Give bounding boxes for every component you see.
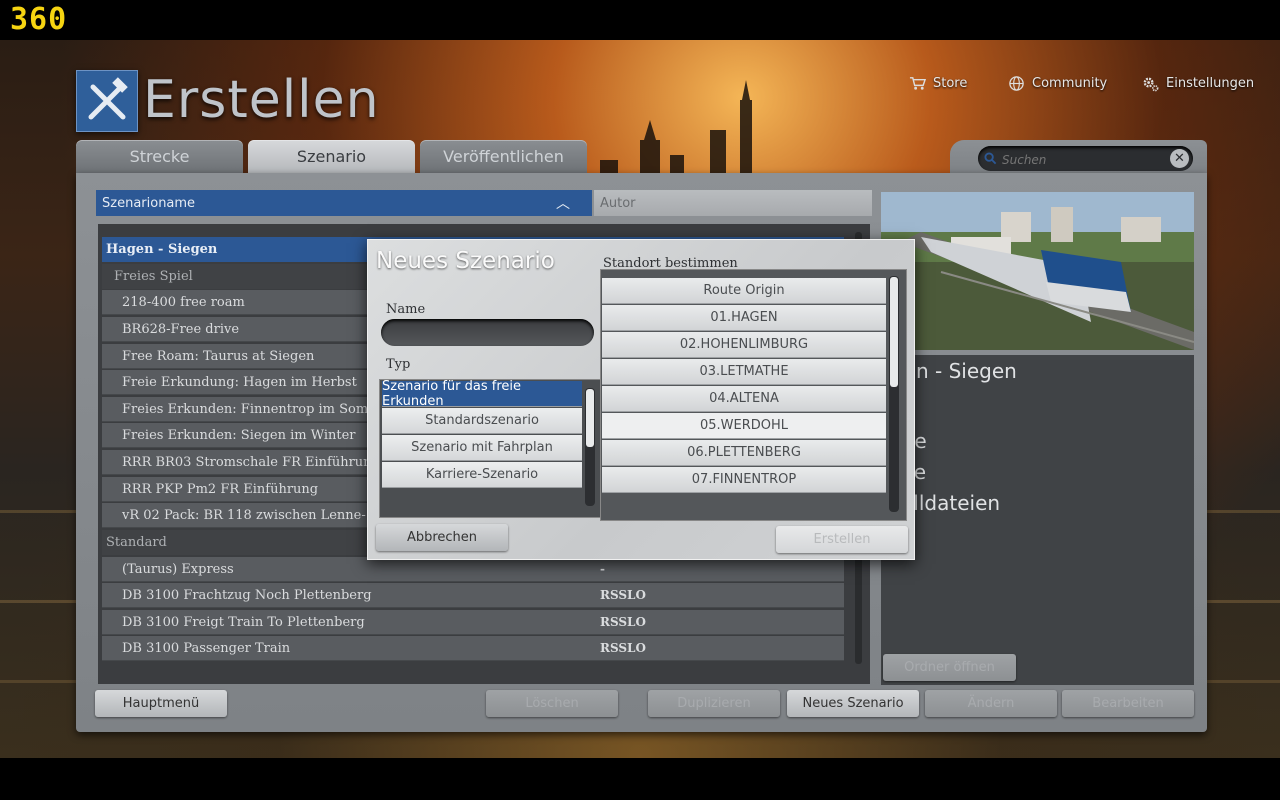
create-logo-icon xyxy=(76,70,138,132)
edit-button[interactable]: Ändern xyxy=(925,690,1057,717)
clear-search-icon[interactable]: ✕ xyxy=(1170,149,1189,168)
delete-button[interactable]: Löschen xyxy=(486,690,618,717)
scenario-type-list: Szenario für das freie Erkunden Standard… xyxy=(379,379,601,518)
type-option-standard[interactable]: Standardszenario xyxy=(382,408,582,434)
cancel-button[interactable]: Abbrechen xyxy=(376,524,508,551)
gear-icon xyxy=(1143,77,1159,91)
new-scenario-button[interactable]: Neues Szenario xyxy=(787,690,919,717)
scenario-name: BR628-Free drive xyxy=(122,321,240,337)
location-list: Route Origin 01.HAGEN 02.HOHENLIMBURG 03… xyxy=(600,269,907,521)
location-option[interactable]: Route Origin xyxy=(602,278,886,304)
scenario-author: RSSLO xyxy=(600,641,646,655)
duplicate-button[interactable]: Duplizieren xyxy=(648,690,780,717)
table-row[interactable]: (Taurus) Express - xyxy=(102,557,844,582)
table-row[interactable]: DB 3100 Passenger Train RSSLO xyxy=(102,636,844,661)
scenario-author: RSSLO xyxy=(600,615,646,629)
location-option[interactable]: 07.FINNENTROP xyxy=(602,467,886,493)
search-input[interactable] xyxy=(1000,150,1164,169)
column-header-name-label: Szenarioname xyxy=(102,195,196,211)
edit2-button[interactable]: Bearbeiten xyxy=(1062,690,1194,717)
scenario-name: Freie Erkundung: Hagen im Herbst xyxy=(122,374,357,390)
nav-store-label: Store xyxy=(933,75,968,91)
location-list-scrollbar[interactable] xyxy=(889,276,899,512)
fps-counter: 360 xyxy=(10,2,68,37)
nav-settings-label: Einstellungen xyxy=(1166,75,1255,91)
type-label: Typ xyxy=(386,357,411,372)
scenario-name: DB 3100 Freigt Train To Plettenberg xyxy=(122,614,365,630)
scenario-name: Free Roam: Taurus at Siegen xyxy=(122,348,315,364)
type-list-scrollbar[interactable] xyxy=(585,388,595,506)
scenario-name: RRR PKP Pm2 FR Einführung xyxy=(122,481,319,497)
route-name: Hagen - Siegen xyxy=(106,242,218,257)
globe-icon xyxy=(1009,75,1024,91)
tab-szenario[interactable]: Szenario xyxy=(248,140,415,173)
main-menu-button[interactable]: Hauptmenü xyxy=(95,690,227,717)
scenario-name: DB 3100 Passenger Train xyxy=(122,640,291,656)
column-header-author[interactable]: Autor xyxy=(594,190,872,216)
location-option[interactable]: 03.LETMATHE xyxy=(602,359,886,385)
location-option[interactable]: 04.ALTENA xyxy=(602,386,886,412)
scenario-name: (Taurus) Express xyxy=(122,561,234,577)
type-option-free-roam[interactable]: Szenario für das freie Erkunden xyxy=(382,379,582,409)
create-button[interactable]: Erstellen xyxy=(776,526,908,553)
route-preview-image xyxy=(881,192,1194,350)
scenario-name: Freies Erkunden: Finnentrop im Sommer xyxy=(122,401,395,417)
new-scenario-dialog: Neues Szenario Name Typ Szenario für das… xyxy=(367,239,915,560)
scrollbar-thumb[interactable] xyxy=(586,389,594,447)
sort-chevron-up-icon: ︿ xyxy=(556,196,570,212)
search-box: ✕ xyxy=(978,146,1193,171)
route-detail-line: elldateien xyxy=(901,491,1001,515)
scenario-name: 218-400 free roam xyxy=(122,294,245,310)
cart-icon xyxy=(909,76,926,90)
type-option-timetable[interactable]: Szenario mit Fahrplan xyxy=(382,435,582,461)
search-icon xyxy=(984,152,997,165)
scrollbar-thumb[interactable] xyxy=(890,277,898,387)
column-header-name[interactable]: Szenarioname ︿ xyxy=(96,190,592,216)
location-option[interactable]: 02.HOHENLIMBURG xyxy=(602,332,886,358)
nav-community[interactable]: Community xyxy=(1008,74,1107,92)
location-option[interactable]: 05.WERDOHL xyxy=(602,413,886,439)
route-details-panel: gen - Siegen ite ge elldateien xyxy=(881,355,1194,685)
location-option[interactable]: 01.HAGEN xyxy=(602,305,886,331)
scenario-author: - xyxy=(600,562,605,576)
scenario-name: RRR BR03 Stromschale FR Einführung xyxy=(122,454,380,470)
tab-veroeffentlichen[interactable]: Veröffentlichen xyxy=(420,140,587,173)
group-label: Standard xyxy=(106,535,167,550)
table-row[interactable]: DB 3100 Freigt Train To Plettenberg RSSLO xyxy=(102,610,844,635)
scenario-name-field[interactable] xyxy=(381,319,594,346)
open-folder-button[interactable]: Ordner öffnen xyxy=(883,654,1016,681)
name-label: Name xyxy=(386,302,426,317)
dialog-title: Neues Szenario xyxy=(376,248,555,274)
nav-settings[interactable]: Einstellungen xyxy=(1142,74,1254,92)
table-row[interactable]: DB 3100 Frachtzug Noch Plettenberg RSSLO xyxy=(102,583,844,608)
tab-strecke[interactable]: Strecke xyxy=(76,140,243,173)
nav-store[interactable]: Store xyxy=(909,74,967,92)
type-option-career[interactable]: Karriere-Szenario xyxy=(382,462,582,488)
scenario-name: DB 3100 Frachtzug Noch Plettenberg xyxy=(122,587,372,603)
nav-community-label: Community xyxy=(1032,75,1108,91)
scenario-author: RSSLO xyxy=(600,588,646,602)
location-option[interactable]: 06.PLETTENBERG xyxy=(602,440,886,466)
page-title: Erstellen xyxy=(143,70,380,130)
scenario-name: Freies Erkunden: Siegen im Winter xyxy=(122,427,356,443)
group-label: Freies Spiel xyxy=(114,269,193,284)
